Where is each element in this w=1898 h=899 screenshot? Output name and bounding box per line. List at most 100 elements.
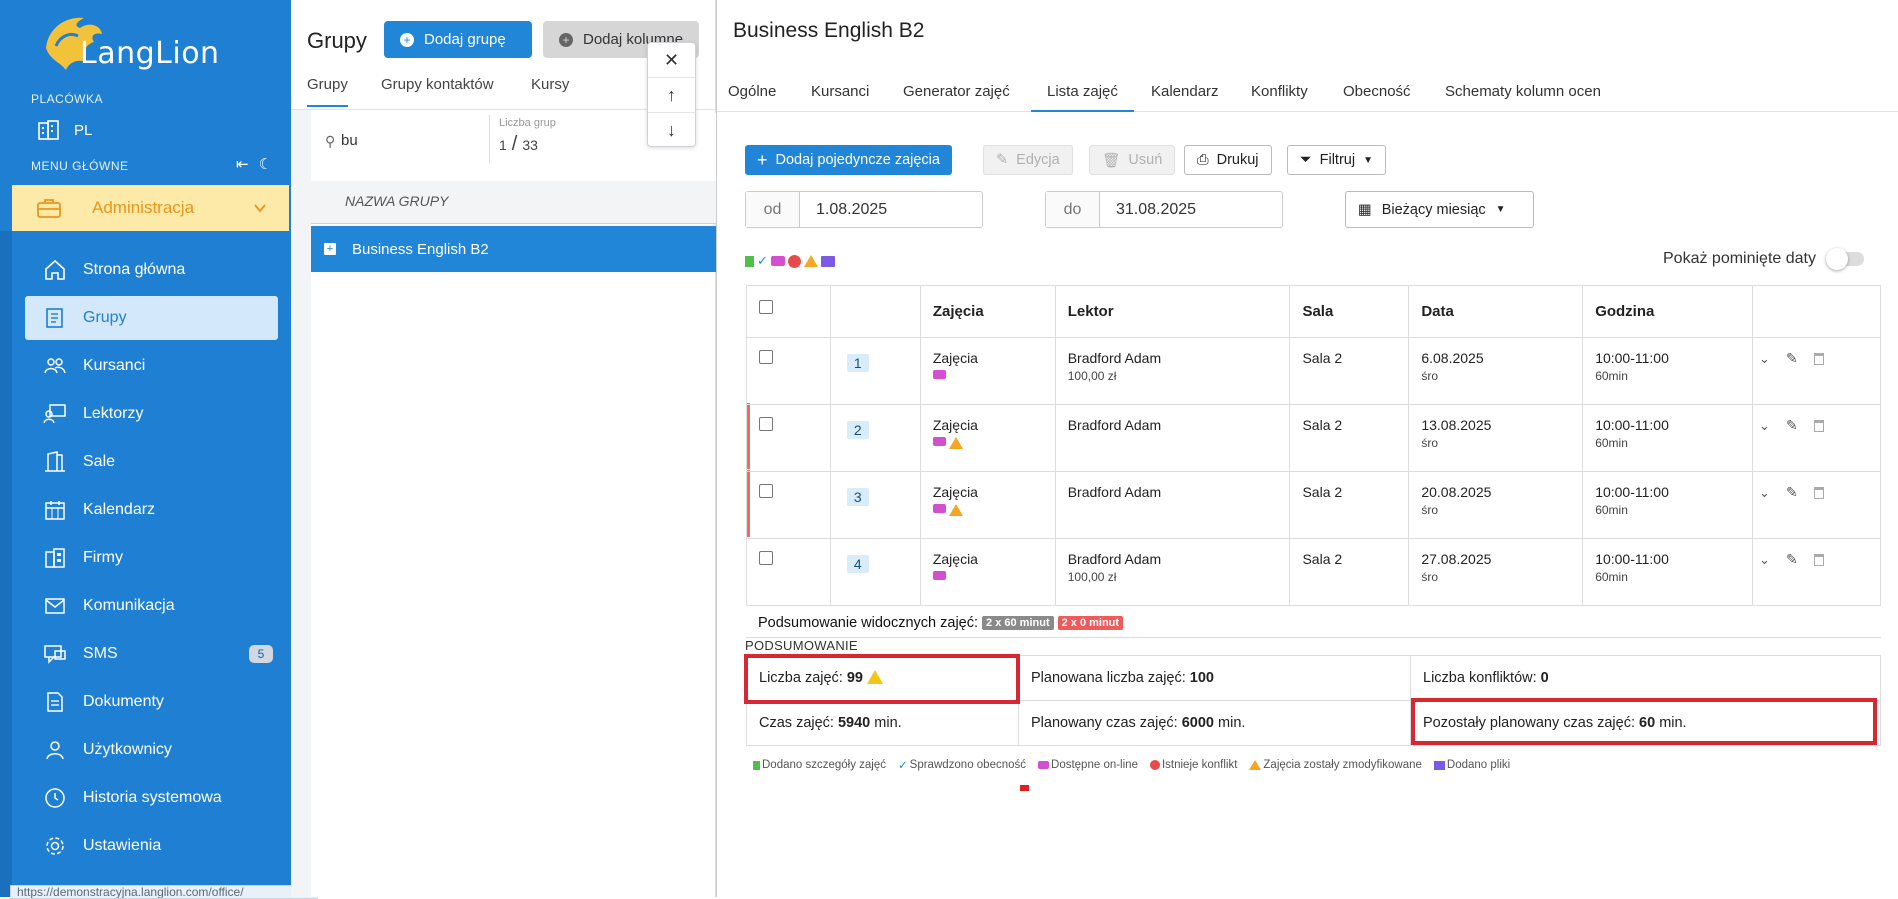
plus-circle-icon: + bbox=[559, 32, 573, 47]
chevron-down-icon[interactable]: ⌄ bbox=[1759, 552, 1770, 568]
close-icon[interactable]: ✕ bbox=[648, 43, 695, 78]
sidebar-item-label: Historia systemowa bbox=[83, 789, 222, 806]
tab-attendance[interactable]: Obecność bbox=[1343, 83, 1411, 110]
planned-time: Planowany czas zajęć: 6000 min. bbox=[1018, 700, 1411, 746]
tab-calendar[interactable]: Kalendarz bbox=[1151, 83, 1219, 110]
sidebar-item-label: Dokumenty bbox=[83, 693, 164, 710]
summary-caption: PODSUMOWANIE bbox=[745, 638, 858, 653]
group-count: 1 / 33 bbox=[499, 133, 538, 155]
lesson-duration: 60min bbox=[1595, 369, 1628, 383]
pencil-icon[interactable]: ✎ bbox=[1786, 551, 1798, 568]
warning-icon bbox=[948, 437, 963, 449]
trash-icon[interactable] bbox=[1813, 419, 1824, 432]
tab-groups[interactable]: Grupy bbox=[307, 76, 348, 107]
delete-button[interactable]: 🗑 Usuń bbox=[1089, 145, 1176, 175]
arrow-down-icon[interactable]: ↓ bbox=[648, 113, 695, 148]
lesson-date: 13.08.2025 bbox=[1421, 417, 1492, 433]
check-icon: ✓ bbox=[757, 253, 768, 268]
sidebar-item-groups[interactable]: Grupy bbox=[25, 296, 278, 340]
tab-lesson-list[interactable]: Lista zajęć bbox=[1031, 83, 1134, 112]
show-skipped-toggle[interactable]: Pokaż pominięte daty bbox=[1663, 248, 1864, 270]
tab-lesson-generator[interactable]: Generator zajęć bbox=[903, 83, 1010, 110]
chip-zero-duration: 2 x 0 minut bbox=[1057, 615, 1124, 630]
sidebar-item-user[interactable]: Użytkownicy bbox=[25, 728, 278, 772]
lesson-row[interactable]: 3 Zajęcia Bradford Adam Sala 2 20.08.2025 śro… bbox=[746, 471, 1881, 539]
sidebar-item-companies[interactable]: Firmy bbox=[25, 536, 278, 580]
companies-icon bbox=[43, 546, 67, 570]
room-name: Sala 2 bbox=[1302, 484, 1343, 500]
date-from-field[interactable]: od 1.08.2025 bbox=[745, 191, 983, 228]
filter-button[interactable]: ⏷ Filtruj ▼ bbox=[1287, 145, 1386, 175]
lesson-number: 3 bbox=[846, 488, 869, 506]
lesson-day: śro bbox=[1421, 503, 1438, 517]
date-to-field[interactable]: do 31.08.2025 bbox=[1045, 191, 1283, 228]
group-count-caption: Liczba grup bbox=[499, 117, 556, 129]
trash-icon[interactable] bbox=[1813, 486, 1824, 499]
tab-courses[interactable]: Kursy bbox=[531, 76, 569, 105]
toggle-switch[interactable] bbox=[1825, 248, 1864, 270]
pencil-icon[interactable]: ✎ bbox=[1786, 350, 1798, 367]
sidebar-item-rooms[interactable]: Sale bbox=[25, 440, 278, 484]
period-select[interactable]: ▦ Bieżący miesiąc ▼ bbox=[1345, 191, 1534, 228]
detail-tabs: Ogólne Kursanci Generator zajęć Lista za… bbox=[717, 70, 1898, 112]
row-checkbox[interactable] bbox=[759, 350, 773, 364]
arrow-up-icon[interactable]: ↑ bbox=[648, 78, 695, 113]
lesson-date: 6.08.2025 bbox=[1421, 350, 1484, 366]
status-icons: ✓ bbox=[745, 253, 835, 269]
chevron-down-icon[interactable]: ⌄ bbox=[1759, 418, 1770, 434]
sidebar-item-home[interactable]: Strona główna bbox=[25, 248, 278, 292]
tab-general[interactable]: Ogólne bbox=[728, 83, 776, 110]
tab-contact-groups[interactable]: Grupy kontaktów bbox=[381, 76, 494, 105]
sidebar-item-settings[interactable]: Ustawienia bbox=[25, 824, 278, 868]
col-date: Data bbox=[1408, 285, 1584, 338]
sidebar-item-label: Lektorzy bbox=[83, 405, 144, 422]
moon-icon[interactable]: ☾ bbox=[259, 155, 272, 173]
tab-conflicts[interactable]: Konflikty bbox=[1251, 83, 1308, 110]
group-name-header[interactable]: NAZWA GRUPY bbox=[311, 181, 716, 224]
group-row[interactable]: + Business English B2 bbox=[311, 226, 716, 272]
sidebar-item-label: Kursanci bbox=[83, 357, 146, 374]
document-icon bbox=[43, 690, 67, 714]
plus-circle-icon: + bbox=[400, 32, 414, 47]
print-button[interactable]: ⎙ Drukuj bbox=[1184, 145, 1272, 175]
trash-icon[interactable] bbox=[1813, 553, 1824, 566]
lesson-duration: 60min bbox=[1595, 503, 1628, 517]
tab-grade-schemes[interactable]: Schematy kolumn ocen bbox=[1445, 83, 1601, 110]
expand-plus-icon[interactable]: + bbox=[324, 243, 336, 255]
administration-label: Administracja bbox=[92, 198, 195, 217]
pencil-icon[interactable]: ✎ bbox=[1786, 417, 1798, 434]
rooms-icon bbox=[43, 450, 67, 474]
lesson-type: Zajęcia bbox=[932, 484, 978, 500]
sidebar-item-students[interactable]: Kursanci bbox=[25, 344, 278, 388]
lesson-date: 27.08.2025 bbox=[1421, 551, 1492, 567]
sidebar-item-teachers[interactable]: Lektorzy bbox=[25, 392, 278, 436]
calendar-icon bbox=[43, 498, 67, 522]
sidebar-item-history[interactable]: Historia systemowa bbox=[25, 776, 278, 820]
sidebar-item-calendar[interactable]: Kalendarz bbox=[25, 488, 278, 532]
administration-section[interactable]: Administracja bbox=[12, 185, 289, 231]
row-checkbox[interactable] bbox=[759, 417, 773, 431]
lesson-row[interactable]: 1 Zajęcia Bradford Adam 100,00 zł Sala 2 6.08… bbox=[746, 337, 1881, 405]
chevron-down-icon[interactable]: ⌄ bbox=[1759, 485, 1770, 501]
edit-button[interactable]: ✎ Edycja bbox=[983, 145, 1073, 175]
add-single-lesson-button[interactable]: + Dodaj pojedyncze zajęcia bbox=[745, 145, 952, 175]
lesson-row[interactable]: 2 Zajęcia Bradford Adam Sala 2 13.08.2025 śro… bbox=[746, 404, 1881, 472]
sms-count-badge: 5 bbox=[249, 645, 273, 663]
home-icon bbox=[43, 258, 67, 282]
row-checkbox[interactable] bbox=[759, 484, 773, 498]
sidebar-item-sms[interactable]: SMS 5 bbox=[25, 632, 278, 676]
group-search-input[interactable] bbox=[341, 127, 481, 153]
row-checkbox[interactable] bbox=[759, 551, 773, 565]
pencil-icon[interactable]: ✎ bbox=[1786, 484, 1798, 501]
sidebar-item-mail[interactable]: Komunikacja bbox=[25, 584, 278, 628]
trash-icon[interactable] bbox=[1813, 352, 1824, 365]
branch-selector[interactable]: PL bbox=[38, 120, 92, 140]
lesson-row[interactable]: 4 Zajęcia Bradford Adam 100,00 zł Sala 2 27.0… bbox=[746, 538, 1881, 606]
add-group-button[interactable]: + Dodaj grupę bbox=[384, 21, 532, 58]
select-all-checkbox[interactable] bbox=[759, 300, 773, 314]
sidebar-item-document[interactable]: Dokumenty bbox=[25, 680, 278, 724]
collapse-arrow-icon[interactable]: ⇤ bbox=[236, 155, 249, 173]
chevron-down-icon[interactable]: ⌄ bbox=[1759, 351, 1770, 367]
tab-students[interactable]: Kursanci bbox=[811, 83, 869, 110]
trash-icon: 🗑 bbox=[1102, 152, 1121, 169]
